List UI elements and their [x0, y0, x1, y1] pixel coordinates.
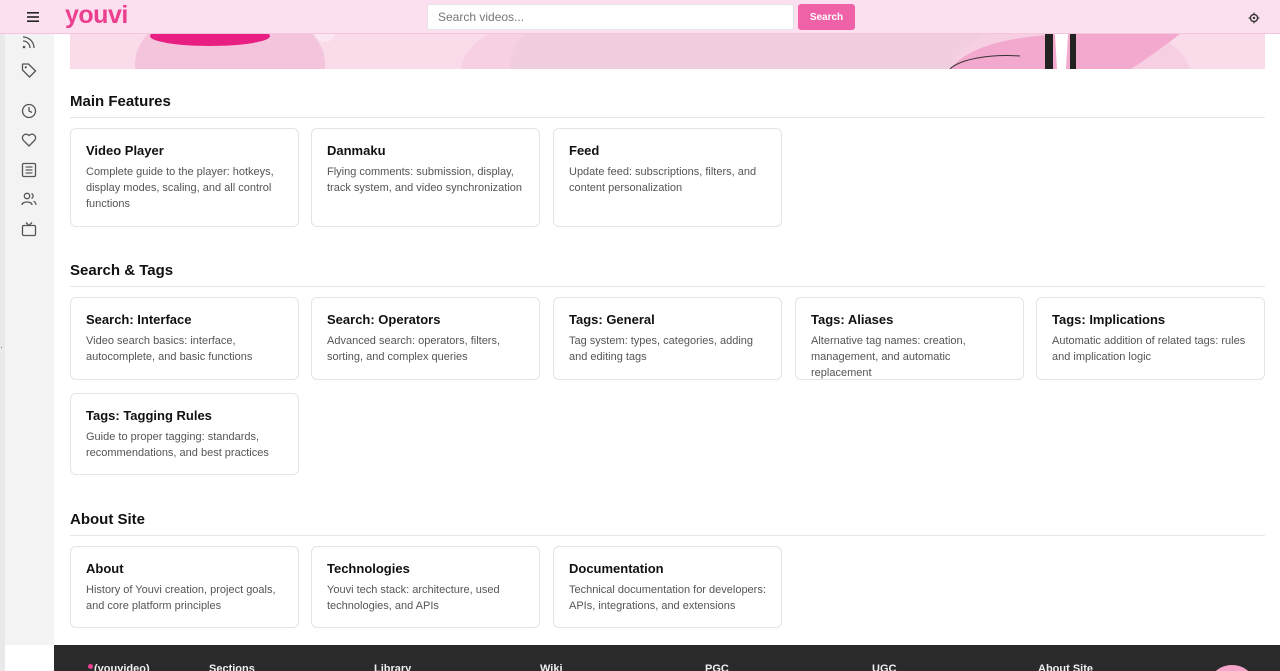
card-description: Flying comments: submission, display, tr… [327, 166, 523, 194]
section-title-about-site: About Site [70, 511, 145, 528]
card-title: Video Player [86, 143, 164, 158]
card-search-interface[interactable]: Search: Interface Video search basics: i… [70, 297, 299, 380]
card-title: Tags: Tagging Rules [86, 408, 212, 423]
search-input[interactable] [427, 4, 794, 30]
card-danmaku[interactable]: Danmaku Flying comments: submission, dis… [311, 128, 540, 227]
section-divider [70, 535, 1265, 536]
left-sidebar [5, 34, 54, 645]
footer-brand[interactable]: (youvideo) [94, 663, 150, 671]
card-description: Automatic addition of related tags: rule… [1052, 335, 1246, 363]
tag-icon[interactable] [21, 62, 39, 80]
card-feed[interactable]: Feed Update feed: subscriptions, filters… [553, 128, 782, 227]
rss-icon[interactable] [21, 34, 39, 52]
search-button[interactable]: Search [798, 4, 855, 30]
footer-mascot-image [1212, 665, 1252, 671]
card-description: Tag system: types, categories, adding an… [569, 335, 754, 363]
section-divider [70, 117, 1265, 118]
card-tags-implications[interactable]: Tags: Implications Automatic addition of… [1036, 297, 1265, 380]
hamburger-menu-icon[interactable] [22, 8, 44, 26]
card-description: Advanced search: operators, filters, sor… [327, 335, 501, 363]
edge-tick: · [0, 342, 3, 352]
section-divider [70, 286, 1265, 287]
card-description: Guide to proper tagging: standards, reco… [86, 431, 269, 459]
footer-heading-pgc: PGC [705, 663, 729, 671]
card-video-player[interactable]: Video Player Complete guide to the playe… [70, 128, 299, 227]
footer-heading-wiki: Wiki [540, 663, 563, 671]
settings-gear-icon[interactable] [1248, 11, 1260, 24]
card-title: Documentation [569, 561, 664, 576]
card-description: Complete guide to the player: hotkeys, d… [86, 166, 274, 210]
card-title: Tags: General [569, 312, 655, 327]
tv-icon[interactable] [21, 221, 39, 239]
card-description: Alternative tag names: creation, managem… [811, 335, 966, 379]
card-description: Video search basics: interface, autocomp… [86, 335, 253, 363]
footer-heading-library: Library [374, 663, 412, 671]
heart-icon[interactable] [21, 132, 39, 150]
section-title-main-features: Main Features [70, 93, 171, 110]
card-search-operators[interactable]: Search: Operators Advanced search: opera… [311, 297, 540, 380]
card-documentation[interactable]: Documentation Technical documentation fo… [553, 546, 782, 628]
card-description: Update feed: subscriptions, filters, and… [569, 166, 757, 194]
footer-heading-ugc: UGC [872, 663, 897, 671]
card-tags-aliases[interactable]: Tags: Aliases Alternative tag names: cre… [795, 297, 1024, 380]
hero-banner-image [70, 34, 1265, 69]
card-description: Youvi tech stack: architecture, used tec… [327, 584, 500, 612]
users-icon[interactable] [21, 191, 39, 209]
card-title: Tags: Aliases [811, 312, 894, 327]
card-title: Danmaku [327, 143, 386, 158]
footer-heading-about-site: About Site [1038, 663, 1093, 671]
card-tags-general[interactable]: Tags: General Tag system: types, categor… [553, 297, 782, 380]
card-title: Search: Interface [86, 312, 192, 327]
clock-icon[interactable] [21, 103, 39, 121]
card-title: Search: Operators [327, 312, 441, 327]
card-technologies[interactable]: Technologies Youvi tech stack: architect… [311, 546, 540, 628]
card-title: About [86, 561, 124, 576]
top-header: youvi Search [0, 0, 1280, 34]
card-description: Technical documentation for developers: … [569, 584, 766, 612]
footer-logo-dot-icon [88, 664, 93, 669]
card-description: History of Youvi creation, project goals… [86, 584, 276, 612]
card-title: Feed [569, 143, 600, 158]
footer-heading-sections: Sections [209, 663, 255, 671]
list-icon[interactable] [21, 162, 39, 180]
card-tags-tagging-rules[interactable]: Tags: Tagging Rules Guide to proper tagg… [70, 393, 299, 475]
site-logo[interactable]: youvi [65, 1, 128, 30]
site-footer: (youvideo) Sections Library Wiki PGC UGC… [54, 645, 1280, 671]
card-title: Tags: Implications [1052, 312, 1166, 327]
section-title-search-tags: Search & Tags [70, 262, 174, 279]
card-title: Technologies [327, 561, 410, 576]
card-about[interactable]: About History of Youvi creation, project… [70, 546, 299, 628]
